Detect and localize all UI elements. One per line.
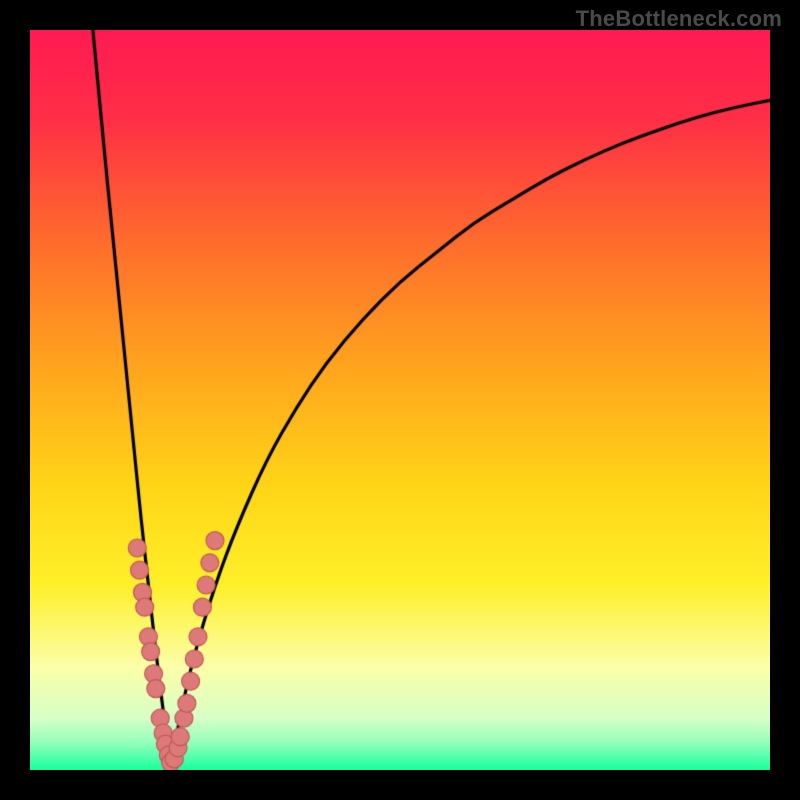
bottleneck-chart-canvas [30, 30, 770, 770]
chart-frame: TheBottleneck.com [0, 0, 800, 800]
watermark-text: TheBottleneck.com [576, 6, 782, 32]
